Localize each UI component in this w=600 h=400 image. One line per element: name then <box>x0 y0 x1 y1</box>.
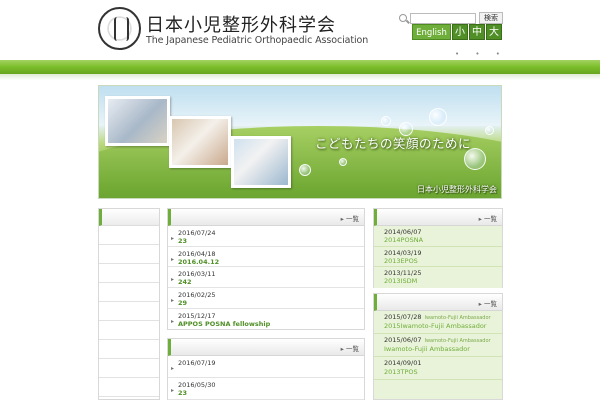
search-button[interactable]: 検索 <box>479 12 503 24</box>
sidebar-header <box>99 209 159 226</box>
news-item[interactable]: 2016/03/11 242 <box>168 267 364 289</box>
news-item[interactable]: 2015/12/17 APPOS POSNA fellowship <box>168 309 364 330</box>
panel-header: 一覧 <box>374 209 502 226</box>
ambassador-date: 2014/09/01 <box>384 359 422 367</box>
news-date: 2015/12/17 <box>178 311 216 320</box>
ambassador-tag: Iwamoto-Fujii Ambassador <box>424 315 491 321</box>
search-icon <box>399 14 407 22</box>
ambassador-tag: Iwamoto-Fujii Ambassador <box>424 338 491 344</box>
hero-photo-checkup <box>231 136 291 188</box>
report-item[interactable]: 2014/03/19 2013EPOS <box>374 246 502 267</box>
report-title[interactable]: 2014POSNA <box>384 236 502 244</box>
ambassador-item[interactable]: 2014/09/01 2013TPOS <box>374 357 502 380</box>
sidebar-item[interactable] <box>99 378 159 397</box>
report-date: 2014/03/19 <box>384 248 422 257</box>
more-link[interactable]: 一覧 <box>341 213 359 223</box>
news-date: 2016/07/19 <box>178 359 216 367</box>
font-size-small-button[interactable]: 小 <box>452 24 468 40</box>
report-title[interactable]: 2013EPOS <box>384 257 502 265</box>
ambassador-title[interactable]: 2013TPOS <box>384 368 502 376</box>
sidebar-item[interactable] <box>99 340 159 359</box>
news-title[interactable]: 29 <box>178 299 364 307</box>
overseas-report-panel: 一覧 2014/06/07 2014POSNA 2014/03/19 2013E… <box>373 208 503 288</box>
ambassador-date: 2015/06/07 <box>384 336 422 344</box>
ambassador-item[interactable]: 2015/07/28 Iwamoto-Fujii Ambassador 2015I… <box>374 311 502 334</box>
sidebar-item[interactable] <box>99 302 159 321</box>
font-size-medium-button[interactable]: 中 <box>469 24 485 40</box>
more-link[interactable]: 一覧 <box>341 343 359 353</box>
report-item[interactable]: 2013/11/25 2013ISDM <box>374 267 502 288</box>
hero-banner: こどもたちの笑顔のために 日本小児整形外科学会 <box>98 85 502 199</box>
pager-dots: • • • <box>455 50 507 58</box>
panel-header: 一覧 <box>168 209 364 226</box>
ambassador-date: 2015/07/28 <box>384 313 422 321</box>
news-date: 2016/02/25 <box>178 291 216 300</box>
bubble <box>299 164 311 176</box>
info-panel: 一覧 2016/07/19 2016/05/30 23 <box>167 338 365 400</box>
bubble <box>339 158 347 166</box>
news-item[interactable]: 2016/07/24 23 <box>168 226 364 247</box>
sidebar <box>98 208 160 400</box>
report-item[interactable]: 2014/06/07 2014POSNA <box>374 226 502 247</box>
news-title[interactable]: 242 <box>178 278 364 286</box>
more-link[interactable]: 一覧 <box>479 213 497 223</box>
report-title[interactable]: 2013ISDM <box>384 277 502 285</box>
sidebar-item[interactable] <box>99 226 159 245</box>
nav-bar <box>0 60 600 74</box>
association-seal-logo[interactable] <box>98 7 141 50</box>
news-date: 2016/05/30 <box>178 381 216 389</box>
report-date: 2014/06/07 <box>384 228 422 236</box>
news-date: 2016/07/24 <box>178 229 216 237</box>
more-link[interactable]: 一覧 <box>479 298 497 308</box>
english-button[interactable]: English <box>412 24 451 40</box>
news-item[interactable]: 2016/04/18 2016.04.12 <box>168 247 364 268</box>
news-title[interactable]: 23 <box>178 389 364 397</box>
site-title-jp[interactable]: 日本小児整形外科学会 <box>146 11 336 37</box>
report-date: 2013/11/25 <box>384 269 422 277</box>
hero-tagline: こどもたちの笑顔のために <box>315 136 472 151</box>
ambassador-panel: 一覧 2015/07/28Iwamoto-Fujii Ambassador 20… <box>373 293 503 400</box>
sidebar-item[interactable] <box>99 245 159 264</box>
panel-header: 一覧 <box>168 339 364 356</box>
ambassador-title[interactable]: Iwamoto-Fujii Ambassador <box>384 345 502 353</box>
news-date: 2016/03/11 <box>178 270 216 279</box>
sidebar-item[interactable] <box>99 359 159 378</box>
news-panel: 一覧 2016/07/24 23 2016/04/18 2016.04.12 2… <box>167 208 365 330</box>
news-title[interactable]: APPOS POSNA fellowship <box>178 320 364 328</box>
news-title[interactable]: 23 <box>178 237 364 245</box>
hero-org-name: 日本小児整形外科学会 <box>417 185 497 194</box>
news-title[interactable]: 2016.04.12 <box>178 258 364 266</box>
search-input[interactable] <box>410 13 476 24</box>
bubble <box>429 108 447 126</box>
bubble <box>485 126 494 135</box>
ambassador-item[interactable]: 2015/06/07 Iwamoto-Fujii Ambassador Iwamo… <box>374 334 502 357</box>
news-item[interactable]: 2016/07/19 <box>168 356 364 378</box>
bubble <box>381 116 391 126</box>
site-header: 日本小児整形外科学会 The Japanese Pediatric Orthop… <box>0 0 600 60</box>
news-item[interactable]: 2016/05/30 23 <box>168 378 364 400</box>
ambassador-date-row: 2015/06/07 Iwamoto-Fujii Ambassador <box>384 336 502 345</box>
news-item[interactable]: 2016/02/25 29 <box>168 288 364 309</box>
site-title-en[interactable]: The Japanese Pediatric Orthopaedic Assoc… <box>146 35 368 46</box>
nav-bar-shadow <box>0 74 600 80</box>
ambassador-date-row: 2014/09/01 <box>384 359 502 368</box>
hero-photo-infant-care <box>169 116 231 168</box>
hero-photo-examination <box>105 96 170 146</box>
sidebar-item[interactable] <box>99 321 159 340</box>
sidebar-item[interactable] <box>99 283 159 302</box>
font-size-large-button[interactable]: 大 <box>486 24 502 40</box>
ambassador-date-row: 2015/07/28 Iwamoto-Fujii Ambassador <box>384 313 502 322</box>
ambassador-title[interactable]: 2015Iwamoto-Fujii Ambassador <box>384 322 502 330</box>
sidebar-item[interactable] <box>99 264 159 283</box>
news-date: 2016/04/18 <box>178 249 216 258</box>
panel-header: 一覧 <box>374 294 502 311</box>
